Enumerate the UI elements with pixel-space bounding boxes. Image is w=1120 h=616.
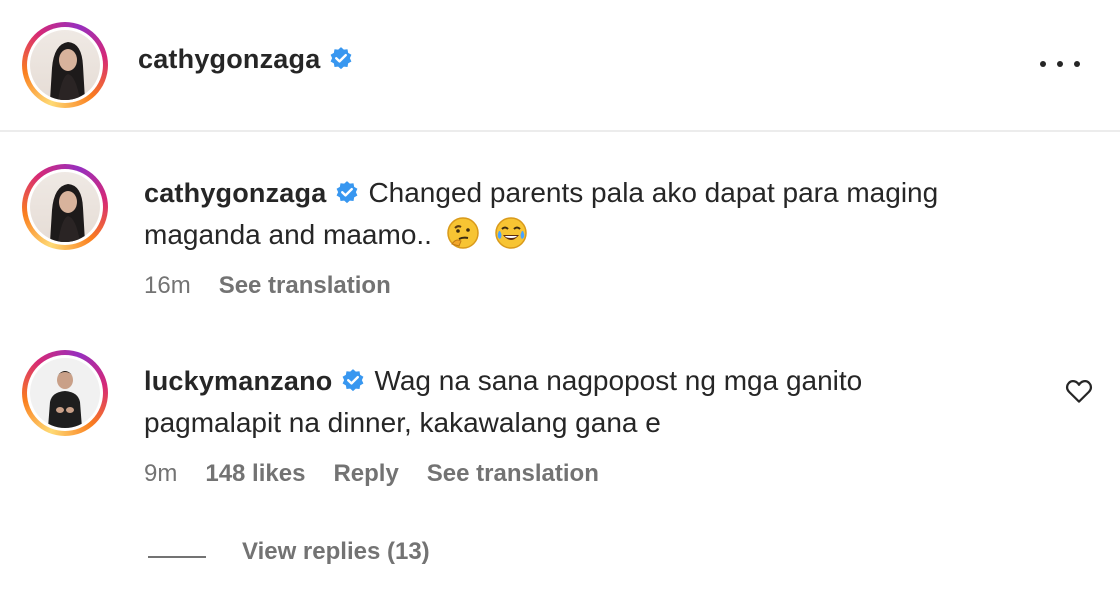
- avatar[interactable]: [22, 350, 108, 436]
- comment-username[interactable]: luckymanzano: [144, 366, 332, 396]
- verified-badge-icon: [331, 47, 352, 70]
- comment-time: 16m: [144, 272, 191, 299]
- more-options-icon[interactable]: [1040, 52, 1080, 76]
- see-translation-link[interactable]: See translation: [427, 460, 599, 487]
- view-replies-button[interactable]: View replies (13): [242, 538, 430, 566]
- comment-text: Wag na sana nagpopost ng mga ganito: [374, 365, 863, 396]
- comment-time: 9m: [144, 460, 178, 487]
- comment-text-continued: maganda and maamo..: [144, 219, 432, 250]
- comment-username[interactable]: cathygonzaga: [144, 178, 326, 208]
- verified-badge-icon: [337, 181, 358, 204]
- comment-text: Changed parents pala ako dapat para magi…: [368, 177, 939, 208]
- comment-text-continued: pagmalapit na dinner, kakawalang gana e: [144, 407, 661, 438]
- tears-of-joy-emoji: [494, 217, 527, 249]
- post-header: cathygonzaga: [0, 0, 1120, 132]
- avatar[interactable]: [22, 22, 108, 108]
- avatar[interactable]: [22, 164, 108, 250]
- see-translation-link[interactable]: See translation: [219, 272, 391, 299]
- likes-count[interactable]: 148 likes: [205, 460, 305, 487]
- verified-badge-icon: [343, 369, 364, 392]
- thinking-face-emoji: [447, 217, 479, 249]
- reply-button[interactable]: Reply: [333, 460, 398, 487]
- header-username[interactable]: cathygonzaga: [138, 44, 320, 74]
- replies-divider: [148, 556, 206, 558]
- heart-icon[interactable]: [1064, 376, 1094, 406]
